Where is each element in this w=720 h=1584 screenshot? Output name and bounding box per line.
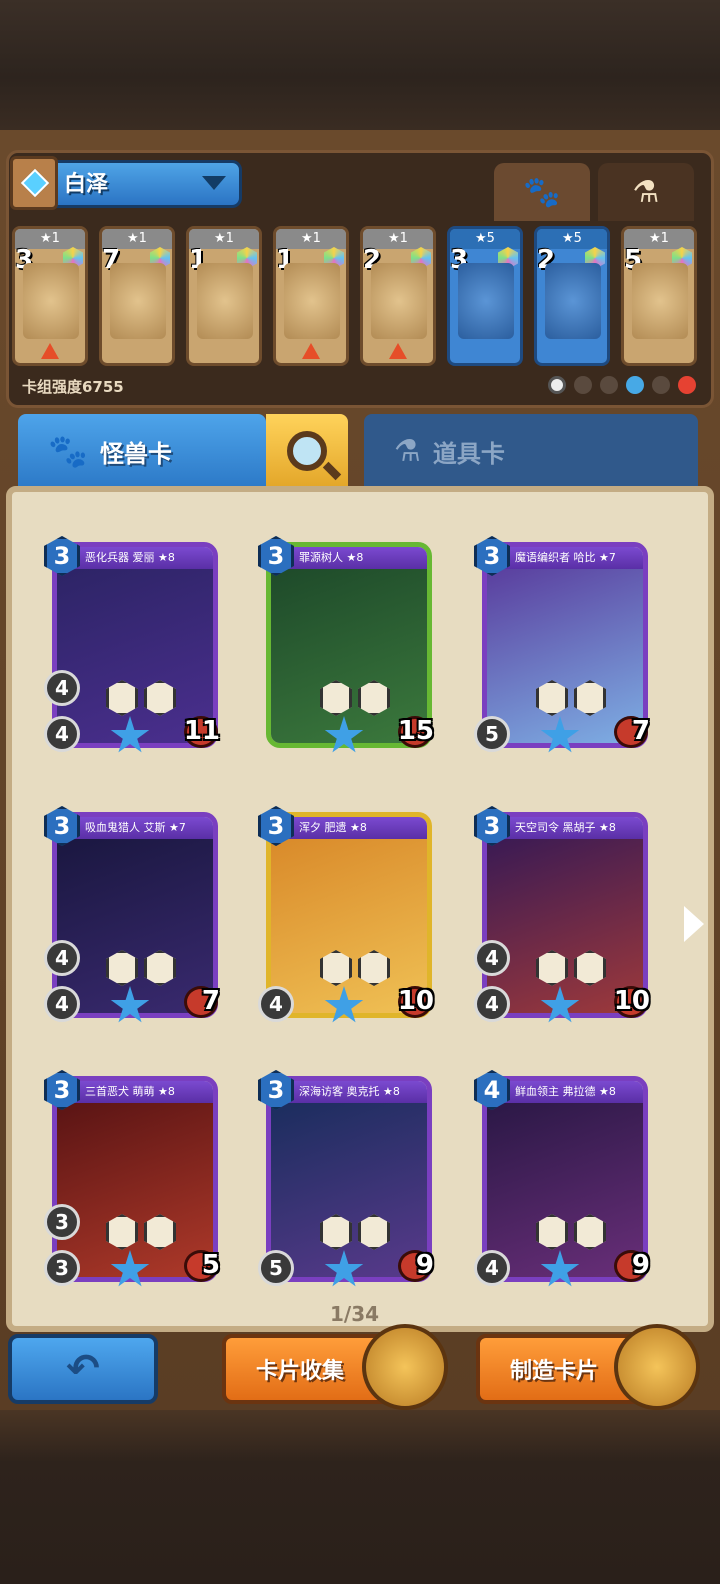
tab-item-label: 道具卡 <box>432 439 505 468</box>
plant-element-icon[interactable] <box>600 376 618 394</box>
back-button[interactable]: ↶ <box>8 1334 158 1404</box>
monster-card-hp: 5 <box>201 1250 220 1280</box>
neutral-element-icon[interactable] <box>548 376 566 394</box>
monster-card[interactable]: 魔语编织者 哈比 ★7 3 75 <box>474 536 650 756</box>
water-element-icon[interactable] <box>626 376 644 394</box>
earth-element-icon[interactable] <box>574 376 592 394</box>
deck-card-art <box>371 263 427 339</box>
deck-card-art <box>197 263 253 339</box>
back-arrow-icon: ↶ <box>66 1346 100 1392</box>
deck-name: 白泽 <box>64 172 109 197</box>
deck-card[interactable]: ★5 3 <box>447 226 523 366</box>
deck-card-art <box>23 263 79 339</box>
top-wood-background <box>0 0 720 130</box>
deck-card-art <box>545 263 601 339</box>
fire-icon <box>302 343 320 359</box>
monster-card-title: 恶化兵器 爱丽 ★8 <box>57 547 213 569</box>
tab-monster-label: 怪兽卡 <box>99 439 172 468</box>
fire-icon <box>389 343 407 359</box>
paw-icon: 🐾 <box>523 174 561 210</box>
tab-monster-deck[interactable]: 🐾 <box>494 163 590 221</box>
wind-element-icon[interactable] <box>652 376 670 394</box>
monster-card[interactable]: 吸血鬼猎人 艾斯 ★7 3 744 <box>44 806 220 1026</box>
monster-card-speed: 4 <box>474 940 510 976</box>
search-button[interactable] <box>266 414 348 488</box>
monster-card-attack: 3 <box>44 1250 80 1286</box>
monster-card-title: 鲜血领主 弗拉德 ★8 <box>487 1081 643 1103</box>
potion-icon: ⚗ <box>632 174 660 210</box>
monster-card-attack: 4 <box>474 1250 510 1286</box>
craft-card-label: 制造卡片 <box>510 1359 599 1384</box>
monster-card[interactable]: 三首恶犬 萌萌 ★8 3 533 <box>44 1070 220 1290</box>
monster-card[interactable]: 天空司令 黑胡子 ★8 3 10 4 4 <box>474 806 650 1026</box>
page-indicator: 1/34 <box>330 1302 380 1326</box>
monster-card-hp: 7 <box>631 716 650 746</box>
monster-card-hp: 9 <box>415 1250 434 1280</box>
monster-card[interactable]: 深海访客 奥克托 ★8 3 95 <box>258 1070 434 1290</box>
deck-card[interactable]: ★1 1 <box>273 226 349 366</box>
monster-card-title: 魔语编织者 哈比 ★7 <box>487 547 643 569</box>
card-book-icon[interactable] <box>362 1324 448 1410</box>
monster-card[interactable]: 鲜血领主 弗拉德 ★8 4 94 <box>474 1070 650 1290</box>
monster-card-speed: 4 <box>44 670 80 706</box>
monster-card-attack: 5 <box>258 1250 294 1286</box>
bottom-wood-background <box>0 1410 720 1584</box>
monster-card-attack: 4 <box>44 986 80 1022</box>
monster-card-title: 罪源树人 ★8 <box>271 547 427 569</box>
monster-card-attack: 4 <box>44 716 80 752</box>
deck-card-art <box>458 263 514 339</box>
deck-card-art <box>284 263 340 339</box>
deck-card-art <box>110 263 166 339</box>
deck-card-row: ★1 3 ★1 7 ★1 1 ★1 1 ★1 2 ★5 3 ★5 2 ★1 5 <box>12 226 712 366</box>
next-page-arrow-icon[interactable] <box>684 906 704 942</box>
monster-card[interactable]: 浑夕 肥遗 ★8 3 10 4 <box>258 806 434 1026</box>
fire-element-icon[interactable] <box>678 376 696 394</box>
monster-card-hp: 15 <box>397 716 434 746</box>
deck-card[interactable]: ★1 5 <box>621 226 697 366</box>
monster-card-hp: 10 <box>613 986 650 1016</box>
monster-card-title: 天空司令 黑胡子 ★8 <box>487 817 643 839</box>
paw-icon: 🐾 <box>48 432 88 470</box>
chevron-down-icon[interactable] <box>202 176 226 190</box>
monster-card[interactable]: 恶化兵器 爱丽 ★8 3 11 4 4 <box>44 536 220 756</box>
tab-item-cards[interactable]: ⚗ 道具卡 <box>364 414 698 488</box>
monster-card-hp: 10 <box>397 986 434 1016</box>
deck-card[interactable]: ★1 2 <box>360 226 436 366</box>
card-collection-label: 卡片收集 <box>256 1359 345 1384</box>
potion-icon: ⚗ <box>394 433 421 469</box>
monster-card[interactable]: 罪源树人 ★8 3 15 <box>258 536 434 756</box>
deck-card-art <box>632 263 688 339</box>
monster-card-hp: 7 <box>201 986 220 1016</box>
monster-card-attack: 4 <box>474 986 510 1022</box>
deck-card[interactable]: ★1 1 <box>186 226 262 366</box>
deck-power-label: 卡组强度6755 <box>22 378 124 396</box>
monster-card-speed: 4 <box>44 940 80 976</box>
deck-card[interactable]: ★5 2 <box>534 226 610 366</box>
monster-card-hp: 11 <box>183 716 220 746</box>
monster-card-speed: 3 <box>44 1204 80 1240</box>
tab-item-deck[interactable]: ⚗ <box>598 163 694 221</box>
fire-icon <box>41 343 59 359</box>
deck-card[interactable]: ★1 7 <box>99 226 175 366</box>
element-filter-icons <box>548 376 696 394</box>
deck-book-icon <box>10 156 58 210</box>
monster-card-attack: 4 <box>258 986 294 1022</box>
monster-card-title: 浑夕 肥遗 ★8 <box>271 817 427 839</box>
monster-card-hp: 9 <box>631 1250 650 1280</box>
deck-card[interactable]: ★1 3 <box>12 226 88 366</box>
search-icon <box>287 431 327 471</box>
monster-card-title: 深海访客 奥克托 ★8 <box>271 1081 427 1103</box>
monster-card-title: 三首恶犬 萌萌 ★8 <box>57 1081 213 1103</box>
tab-monster-cards[interactable]: 🐾 怪兽卡 <box>18 414 266 488</box>
monster-card-attack: 5 <box>474 716 510 752</box>
paw-jar-icon[interactable] <box>614 1324 700 1410</box>
monster-card-title: 吸血鬼猎人 艾斯 ★7 <box>57 817 213 839</box>
